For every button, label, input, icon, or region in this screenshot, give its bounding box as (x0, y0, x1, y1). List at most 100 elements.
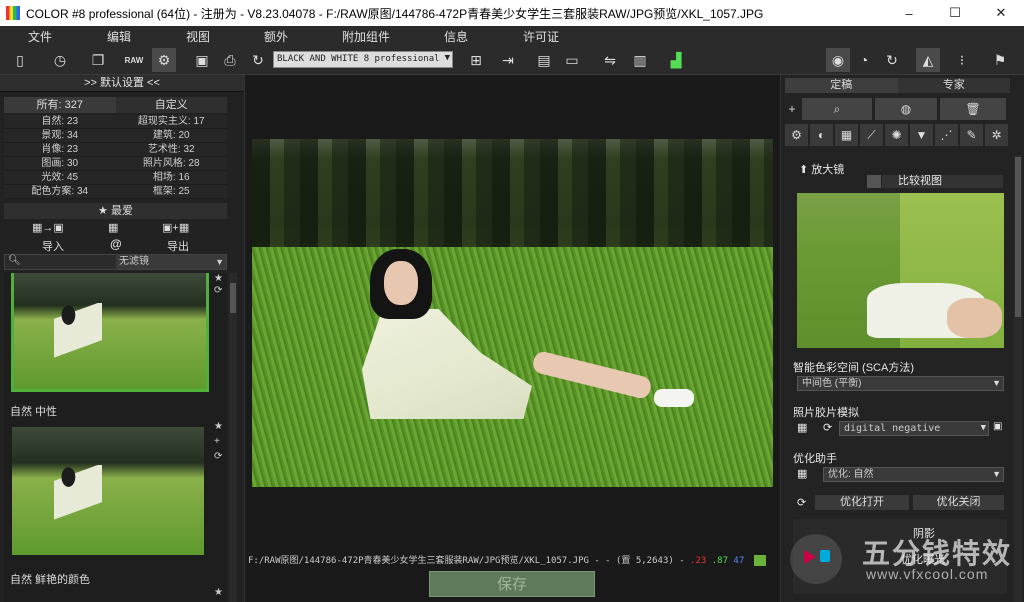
preview-photo[interactable] (252, 139, 773, 487)
magnifier-view[interactable] (797, 193, 1004, 348)
category-item[interactable]: 自然: 23 (4, 115, 116, 129)
tab-all[interactable]: 所有: 327 (4, 97, 116, 113)
plus-icon[interactable]: + (785, 98, 799, 120)
menu-addons[interactable]: 附加组件 (342, 28, 390, 45)
refresh-icon[interactable]: ⟳ (214, 285, 222, 296)
book-icon[interactable]: ▥ (628, 48, 652, 72)
category-item[interactable]: 超现实主义: 17 (115, 115, 227, 129)
optimize-on-button[interactable]: 优化打开 (815, 495, 909, 510)
tab-custom[interactable]: 自定义 (115, 97, 227, 113)
category-item[interactable]: 肖像: 23 (4, 143, 116, 157)
thumb-image[interactable] (11, 273, 209, 392)
film-select[interactable]: digital negative ▼ (839, 421, 989, 436)
redo-icon[interactable]: ↻ (880, 48, 904, 72)
tools-icon[interactable]: ✎ (960, 124, 983, 146)
category-item[interactable]: 建筑: 20 (115, 129, 227, 143)
color-wheel-icon[interactable]: ◍ (875, 98, 937, 120)
nodes-icon[interactable]: ⋰ (935, 124, 958, 146)
magnifier-title[interactable]: ⬆ 放大镜 (799, 161, 844, 177)
category-item[interactable]: 艺术性: 32 (115, 143, 227, 157)
tab-draft[interactable]: 定稿 (785, 78, 898, 93)
grid-icon[interactable]: ▦ (108, 221, 118, 234)
star-icon[interactable]: ★ (214, 421, 223, 432)
raw-icon[interactable]: RAW (122, 48, 146, 72)
curve-icon[interactable]: ⟋ (860, 124, 883, 146)
preset-thumb[interactable]: 自然 中性 (4, 399, 210, 569)
flag-icon[interactable]: ⚑ (988, 48, 1012, 72)
thumbnails-scrollbar[interactable] (229, 273, 237, 602)
import-icon[interactable]: ▦→▣ (32, 221, 64, 234)
at-button[interactable]: @ (110, 237, 122, 251)
share-icon[interactable]: ↻ (246, 48, 270, 72)
history-icon[interactable]: ◷ (48, 48, 72, 72)
film-icon[interactable]: ▭ (560, 48, 584, 72)
film-extra-icon[interactable]: ▣ (993, 421, 1002, 432)
export-icon[interactable]: ▣+▦ (162, 221, 189, 234)
thumb-image[interactable] (12, 427, 204, 555)
menu-view[interactable]: 视图 (186, 28, 210, 45)
menu-extra[interactable]: 额外 (264, 28, 288, 45)
gear-icon[interactable]: ⚙ (785, 124, 808, 146)
category-item[interactable]: 照片风格: 28 (115, 157, 227, 171)
search-icon[interactable]: 🔍︎ (8, 255, 21, 266)
export-icon[interactable]: ⇥ (496, 48, 520, 72)
color-wheel-icon[interactable]: ✺ (885, 124, 908, 146)
timer-icon[interactable]: ◔ (852, 48, 876, 72)
menu-license[interactable]: 许可证 (523, 28, 559, 45)
tab-expert[interactable]: 专家 (897, 78, 1010, 93)
export-button[interactable]: 导出 (167, 238, 189, 254)
category-item[interactable]: 景观: 34 (4, 129, 116, 143)
triangle-icon[interactable]: ▼ (910, 124, 933, 146)
category-item[interactable]: 框架: 25 (115, 185, 227, 199)
preset-thumb[interactable] (4, 273, 210, 403)
category-item[interactable]: 图画: 30 (4, 157, 116, 171)
copy-icon[interactable]: ❐ (86, 48, 110, 72)
favorites-button[interactable]: ★ 最爱 (4, 203, 227, 219)
refresh-icon[interactable]: ⟳ (214, 451, 222, 462)
star-icon[interactable]: ★ (214, 587, 223, 598)
split-icon[interactable]: ⇋ (598, 48, 622, 72)
scrollbar-thumb[interactable] (230, 283, 236, 313)
print-icon[interactable]: ⎙ (218, 48, 242, 72)
compare-toggle[interactable] (867, 175, 881, 188)
sca-select[interactable]: 中间色 (平衡) ▼ (797, 376, 1004, 391)
save-button[interactable]: 保存 (429, 571, 595, 597)
grid-icon[interactable]: ▦ (797, 421, 807, 434)
trash-icon[interactable]: 🗑︎ (940, 98, 1006, 120)
search-icon[interactable]: ⌕ (802, 98, 872, 120)
eye-icon[interactable]: ◉ (826, 48, 850, 72)
layout-icon[interactable]: ⊞ (464, 48, 488, 72)
refresh-icon[interactable]: ⟳ (823, 421, 832, 434)
import-button[interactable]: 导入 (42, 238, 64, 254)
category-item[interactable]: 光效: 45 (4, 171, 116, 185)
plus-icon[interactable]: + (214, 436, 220, 447)
save-icon[interactable]: ▣ (190, 48, 214, 72)
star-icon[interactable]: ★ (214, 273, 223, 284)
grid-icon[interactable]: ▦ (797, 467, 807, 480)
compare-view-button[interactable]: 比较视图 (882, 175, 1003, 188)
preset-thumb[interactable]: 自然 鲜艳的颜色 (4, 571, 210, 601)
filter-select[interactable]: 无滤镜 ▼ (116, 255, 226, 269)
menu-file[interactable]: 文件 (28, 28, 52, 45)
new-file-icon[interactable]: ▯ (8, 48, 32, 72)
scrollbar-thumb[interactable] (1015, 157, 1021, 317)
refresh-icon[interactable]: ⟳ (797, 496, 806, 509)
histogram-icon[interactable]: ▟ (664, 48, 688, 72)
compare-icon[interactable]: ◭ (916, 48, 940, 72)
maximize-button[interactable]: ☐ (932, 0, 978, 26)
preset-select[interactable]: BLACK AND WHITE 8 professional ▼ (273, 51, 453, 68)
aperture-icon[interactable]: ✲ (985, 124, 1008, 146)
close-button[interactable]: ✕ (978, 0, 1024, 26)
minimize-button[interactable]: – (886, 0, 932, 26)
menu-info[interactable]: 信息 (444, 28, 468, 45)
contrast-icon[interactable]: ◐ (810, 124, 833, 146)
presets-header[interactable]: >> 默认设置 << (0, 75, 244, 92)
category-item[interactable]: 配色方案: 34 (4, 185, 116, 199)
grain-icon[interactable]: ▦ (835, 124, 858, 146)
category-item[interactable]: 相场: 16 (115, 171, 227, 185)
dots-icon[interactable]: ⁝ (950, 48, 974, 72)
layers-icon[interactable]: ▤ (532, 48, 556, 72)
menu-edit[interactable]: 编辑 (107, 28, 131, 45)
settings-gear-icon[interactable]: ⚙ (152, 48, 176, 72)
optimize-select[interactable]: 优化: 自然 ▼ (823, 467, 1004, 482)
